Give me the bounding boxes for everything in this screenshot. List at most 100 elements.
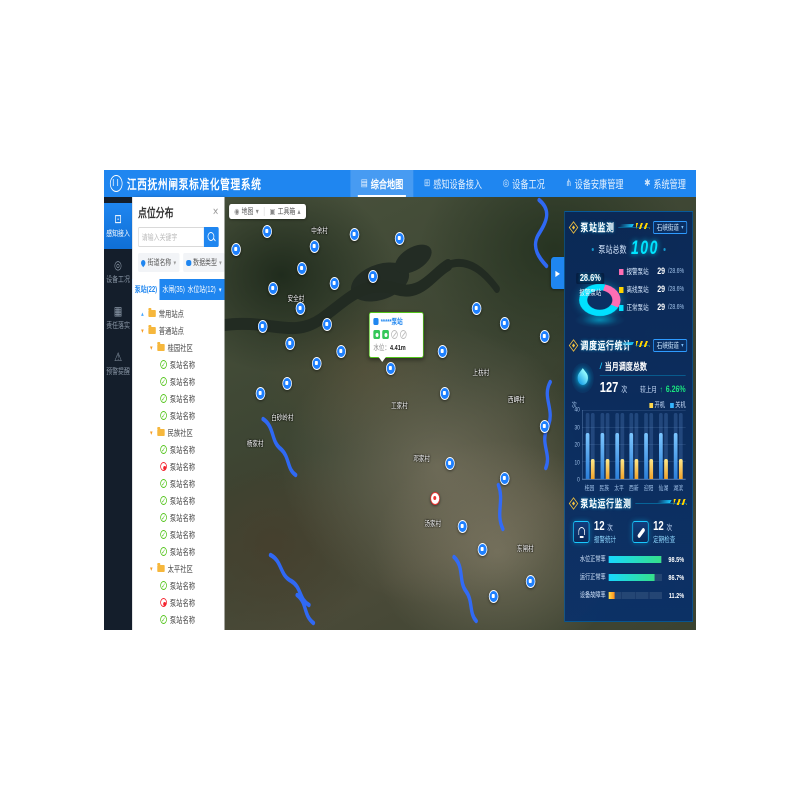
main-nav: ▤综合地图 ⊞感知设备接入 ◎设备工况 ⋔设备安康管理 ✱系统管理 [350,170,696,197]
sidebar-item-device-condition[interactable]: ◎设备工况 [104,249,132,295]
tab-pump-stations[interactable]: 泵站(22) [132,279,160,300]
tree-station-item[interactable]: ✓泵站名称 [132,628,225,630]
calendar-icon: ▦ [114,305,122,317]
nav-item-device-condition[interactable]: ◎设备工况 [492,170,555,197]
tree-station-item[interactable]: ✓泵站名称 [132,475,225,492]
tabs-caret-icon[interactable]: ▾ [216,279,225,300]
map-icon: ▤ [361,178,368,189]
sidebar-item-sensing-access[interactable]: ⊡感知接入 [104,203,132,249]
y-axis-tick: 0 [570,477,580,484]
category-label: 迎阳 [644,482,654,492]
pump-station-marker[interactable] [500,317,510,330]
tree-station-item[interactable]: ✓泵站名称 [132,543,225,560]
status-ok-icon: ✓ [160,411,167,420]
street-select[interactable]: 石峡街道▾ [653,339,687,352]
datatype-filter-dropdown[interactable]: 数据类型▾ [183,253,225,272]
pump-station-marker[interactable] [262,225,272,238]
alarm-stat-card: 12 次 报警统计 [573,518,625,545]
section-title: 泵站监测 [581,220,615,235]
app-title: 江西抚州闸泵标准化管理系统 [127,174,262,193]
alarm-bell-icon [573,521,589,543]
pump-station-marker[interactable] [395,232,405,245]
share-icon: ⋔ [565,178,571,189]
street-select[interactable]: 石峡街道▾ [653,221,687,234]
pump-station-marker[interactable] [472,302,482,315]
tree-station-item[interactable]: 泵站名称 [132,458,225,475]
pump-station-marker[interactable] [330,277,340,290]
tree-root-common-stations[interactable]: ▴常用站点 [132,305,225,322]
tree-station-item[interactable]: ✓泵站名称 [132,611,225,628]
legend-swatch [619,305,623,311]
pump-station-marker[interactable] [336,345,346,358]
pump-station-marker[interactable] [256,387,266,400]
pump-station-marker[interactable] [310,240,320,253]
pump-station-marker[interactable] [489,590,499,603]
tree-station-item[interactable]: ✓泵站名称 [132,356,225,373]
pump-station-marker[interactable] [540,420,550,433]
nav-item-device-access[interactable]: ⊞感知设备接入 [414,170,493,197]
pump-station-marker[interactable] [500,472,510,485]
pump-station-marker[interactable] [440,387,450,400]
map-layer-menu[interactable]: ◉地图▾ [229,206,264,217]
tree-group-1[interactable]: ▾民族社区 [132,424,225,441]
pump-station-marker[interactable] [478,543,488,556]
donut-label: 28.6% 报警泵站 [576,268,604,298]
pump-station-marker[interactable] [350,228,360,241]
tree-arrow-icon: ▾ [148,344,154,352]
tree-root-normal-stations[interactable]: ▾普通站点 [132,322,225,339]
tree-station-item[interactable]: ✓泵站名称 [132,390,225,407]
pump-station-marker[interactable] [438,345,448,358]
pump-station-marker[interactable] [296,302,306,315]
pump-station-marker[interactable] [368,270,378,283]
tree-station-item[interactable]: ✓泵站名称 [132,509,225,526]
pump-station-marker[interactable] [322,318,332,331]
pump-station-marker[interactable] [297,262,307,275]
bar-group [674,410,683,479]
alarm-icon: ⚠ [114,351,122,363]
tree-station-item[interactable]: ✓泵站名称 [132,373,225,390]
nav-item-device-health[interactable]: ⋔设备安康管理 [555,170,634,197]
tab-water-level-stations[interactable]: 水位站(12) [187,279,215,300]
nav-item-system[interactable]: ✱系统管理 [634,170,696,197]
rate-row: 设备故障率11.2% [573,590,684,600]
tree-station-item[interactable]: ✓泵站名称 [132,407,225,424]
tree-station-item[interactable]: 泵站名称 [132,594,225,611]
station-popup[interactable]: *****泵站 水位：4.41m [369,312,424,358]
pump-station-marker[interactable] [526,575,536,588]
tree-station-item[interactable]: ✓泵站名称 [132,526,225,543]
panel-collapse-tab[interactable]: ▶ [551,257,564,289]
caret-up-icon: ▴ [298,207,301,216]
close-icon[interactable]: ✕ [212,207,218,218]
pump-station-marker[interactable] [445,457,455,470]
pump-station-marker[interactable] [282,377,292,390]
alarm-station-marker[interactable] [430,492,440,505]
sidebar-item-alert-reminder[interactable]: ⚠预警提醒 [104,341,132,387]
tree-station-item[interactable]: ✓泵站名称 [132,577,225,594]
pump-station-marker[interactable] [268,282,278,295]
search-input[interactable] [138,227,204,247]
pump-station-marker[interactable] [258,320,268,333]
pump-station-marker[interactable] [458,520,468,533]
diamond-icon [569,339,578,352]
legend-row: 报警泵站29/28.6% [619,266,684,277]
search-button[interactable] [204,227,219,247]
sidebar-item-responsibility[interactable]: ▦责任落实 [104,295,132,341]
mom-value: 6.26% [666,384,686,395]
app-body: ⊡感知接入 ◎设备工况 ▦责任落实 ⚠预警提醒 点位分布 ✕ 街道名称▾ 数据类… [104,197,696,630]
status-ok-icon: ✓ [160,513,167,522]
tree-station-item[interactable]: ✓泵站名称 [132,441,225,458]
nav-item-map[interactable]: ▤综合地图 [350,170,413,197]
pump-station-marker[interactable] [386,362,396,375]
pump-station-marker[interactable] [285,337,295,350]
tree-arrow-icon: ▾ [148,565,154,573]
pump-station-marker[interactable] [312,357,322,370]
bar-group [586,410,595,479]
street-filter-dropdown[interactable]: 街道名称▾ [138,253,179,272]
tab-sluices[interactable]: 水闸(35) [160,279,188,300]
pump-station-marker[interactable] [231,243,241,256]
tree-group-2[interactable]: ▾太平社区 [132,560,225,577]
toolbox-menu[interactable]: ▣工具箱▴ [265,206,306,217]
pump-station-marker[interactable] [540,330,550,343]
tree-station-item[interactable]: ✓泵站名称 [132,492,225,509]
tree-group-0[interactable]: ▾桂园社区 [132,339,225,356]
